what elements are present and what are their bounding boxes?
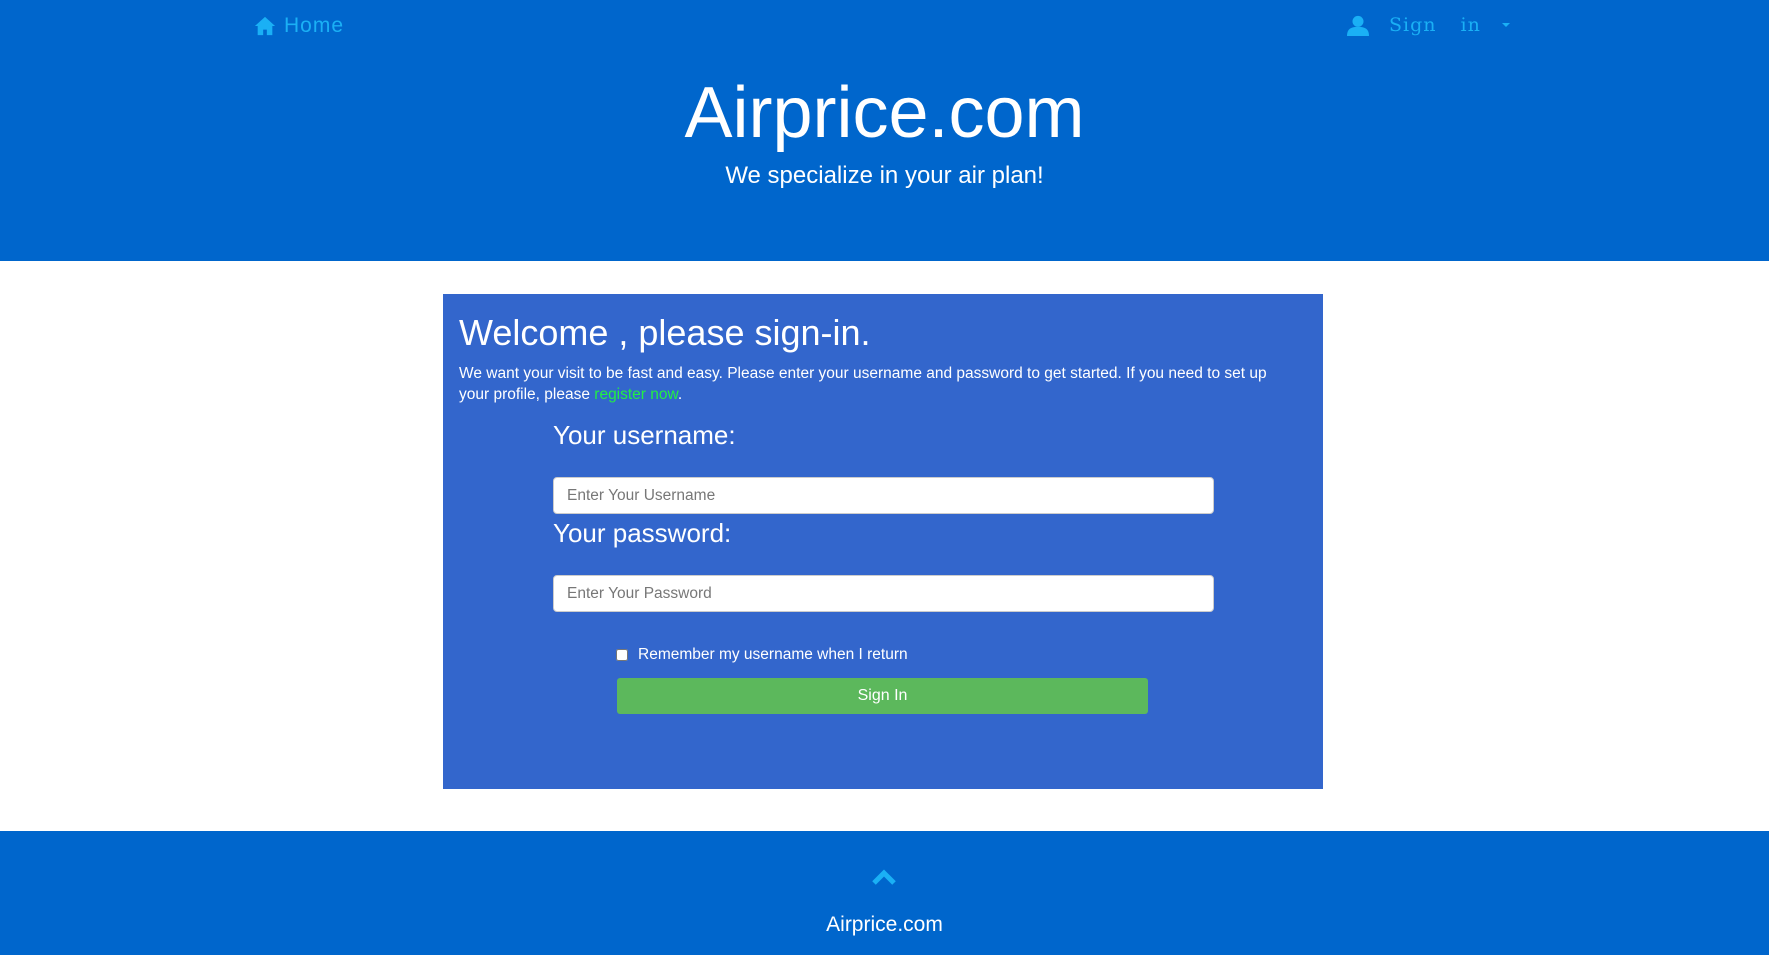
site-title: Airprice.com xyxy=(684,73,1085,153)
register-link[interactable]: register now xyxy=(594,386,678,403)
caret-down-icon xyxy=(1501,23,1510,27)
remember-label: Remember my username when I return xyxy=(638,646,908,663)
signin-word-in: in xyxy=(1460,14,1481,36)
username-label: Your username: xyxy=(553,420,736,450)
remember-row[interactable]: Remember my username when I return xyxy=(616,646,908,664)
password-label: Your password: xyxy=(553,518,732,548)
username-input[interactable] xyxy=(553,477,1214,514)
chevron-up-icon[interactable] xyxy=(872,869,896,885)
intro-body: We want your visit to be fast and easy. … xyxy=(459,365,1267,403)
signin-dropdown[interactable]: Sign in xyxy=(1347,14,1511,36)
signin-button[interactable]: Sign In xyxy=(617,678,1148,714)
footer: Airprice.com xyxy=(0,831,1769,955)
tagline: We specialize in your air plan! xyxy=(725,162,1044,189)
remember-checkbox[interactable] xyxy=(616,649,628,661)
password-input[interactable] xyxy=(553,575,1214,612)
home-icon xyxy=(254,16,276,36)
home-link[interactable]: Home xyxy=(254,14,344,38)
intro-text: We want your visit to be fast and easy. … xyxy=(459,363,1299,405)
signin-panel: Welcome , please sign-in. We want your v… xyxy=(443,294,1323,789)
intro-end: . xyxy=(677,386,683,403)
welcome-heading: Welcome , please sign-in. xyxy=(459,312,871,353)
home-label: Home xyxy=(284,14,345,37)
user-icon xyxy=(1347,15,1369,36)
footer-site-name: Airprice.com xyxy=(826,913,943,936)
signin-word-sign: Sign xyxy=(1389,14,1437,36)
header: Home Sign in Airprice.com We specialize … xyxy=(0,0,1769,261)
